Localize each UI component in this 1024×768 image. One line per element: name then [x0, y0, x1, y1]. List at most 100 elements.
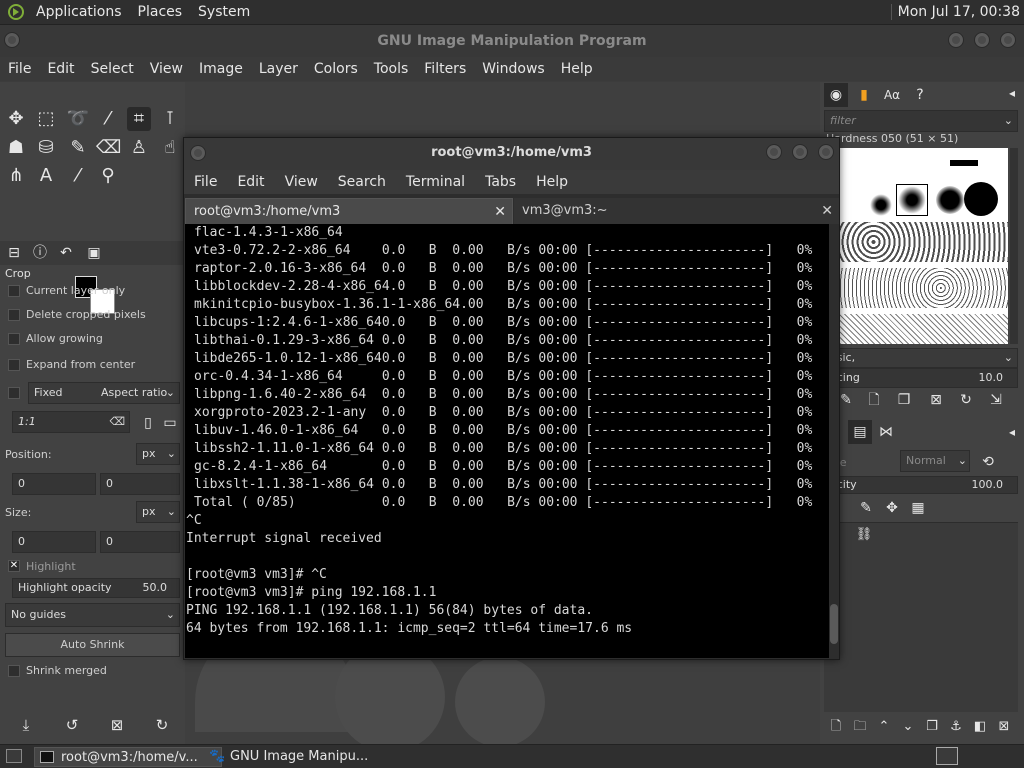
undo-history-tab-icon[interactable]: ↶	[54, 241, 78, 265]
fonts-tab-icon[interactable]: Aα	[880, 83, 904, 107]
refresh-brushes-icon[interactable]: ↻	[954, 388, 978, 412]
delete-layer-icon[interactable]: ⊠	[992, 715, 1016, 739]
delete-tool-preset-icon[interactable]: ⊠	[105, 713, 129, 737]
workspace-switcher[interactable]	[936, 747, 958, 765]
crop-tool-icon[interactable]: ⌗	[127, 107, 151, 131]
raise-layer-icon[interactable]: ⌃	[872, 715, 896, 739]
duplicate-brush-icon[interactable]: ❐	[892, 388, 916, 412]
gimp-menu-view[interactable]: View	[142, 61, 191, 77]
eraser-tool-icon[interactable]: ⌫	[96, 136, 121, 160]
terminal-menu-file[interactable]: File	[184, 174, 227, 190]
bucket-fill-tool-icon[interactable]: ⛁	[34, 136, 58, 160]
menu-places[interactable]: Places	[138, 4, 183, 20]
new-layer-group-icon[interactable]: 🗀	[848, 715, 872, 739]
terminal-menu-tabs[interactable]: Tabs	[475, 174, 526, 190]
allow-growing-checkbox[interactable]	[8, 333, 20, 345]
gimp-menu-image[interactable]: Image	[191, 61, 251, 77]
brush-grid[interactable]	[840, 148, 1008, 344]
mask-layer-icon[interactable]: ◧	[968, 715, 992, 739]
fixed-checkbox[interactable]	[8, 387, 20, 399]
terminal-menu-terminal[interactable]: Terminal	[396, 174, 475, 190]
auto-shrink-button[interactable]: Auto Shrink	[5, 633, 180, 657]
new-layer-icon[interactable]: 🗋	[824, 715, 848, 739]
tool-options-tab-icon[interactable]: ⊟	[2, 241, 26, 265]
terminal-tab-1[interactable]: root@vm3:/home/vm3 ✕	[185, 198, 513, 224]
layers-list[interactable]: ⛓	[824, 522, 1018, 712]
gimp-menu-colors[interactable]: Colors	[306, 61, 366, 77]
highlight-opacity-slider[interactable]: Highlight opacity 50.0	[12, 578, 180, 598]
dock-menu-icon[interactable]: ◂	[1000, 81, 1024, 105]
transform-tool-icon[interactable]: ⊺	[158, 107, 182, 131]
maximize-icon[interactable]	[974, 32, 990, 48]
gimp-menu-edit[interactable]: Edit	[39, 61, 82, 77]
terminal-scrollbar-thumb[interactable]	[830, 604, 838, 644]
gimp-menu-help[interactable]: Help	[553, 61, 601, 77]
gimp-menu-tools[interactable]: Tools	[366, 61, 417, 77]
gimp-menu-layer[interactable]: Layer	[251, 61, 306, 77]
position-x-input[interactable]: 0	[12, 473, 96, 495]
brush-scrollbar[interactable]	[1010, 148, 1018, 344]
aspect-ratio-input[interactable]: 1:1 ⌫	[12, 411, 130, 433]
terminal-tab-2[interactable]: vm3@vm3:~ ✕	[514, 198, 839, 224]
gimp-menu-file[interactable]: File	[0, 61, 39, 77]
anchor-layer-icon[interactable]: ⚓	[944, 715, 968, 739]
current-layer-only-checkbox[interactable]	[8, 285, 20, 297]
terminal-output[interactable]: flac-1.4.3-1-x86_64 vte3-0.72.2-2-x86_64 …	[185, 224, 829, 658]
gimp-window-titlebar[interactable]: GNU Image Manipulation Program	[0, 25, 1024, 57]
size-w-input[interactable]: 0	[12, 531, 96, 553]
show-desktop-icon[interactable]	[6, 749, 22, 763]
paintbrush-tool-icon[interactable]: ✎	[66, 136, 90, 160]
fuzzy-select-tool-icon[interactable]: ⁄	[96, 107, 120, 131]
terminal-minimize-icon[interactable]	[766, 144, 782, 160]
lower-layer-icon[interactable]: ⌄	[896, 715, 920, 739]
task-terminal[interactable]: root@vm3:/home/v...	[34, 747, 222, 767]
menu-system[interactable]: System	[198, 4, 250, 20]
brush-filter-input[interactable]: filter ⌄	[824, 110, 1018, 132]
help-tab-icon[interactable]: ?	[908, 83, 932, 107]
delete-cropped-checkbox[interactable]	[8, 309, 20, 321]
clock[interactable]: Mon Jul 17, 00:38	[890, 4, 1020, 20]
size-h-input[interactable]: 0	[100, 531, 180, 553]
clone-tool-icon[interactable]: ♙	[127, 136, 151, 160]
portrait-icon[interactable]: ▯	[136, 411, 160, 435]
layer-mode-dropdown[interactable]: Normal ⌄	[900, 450, 970, 472]
layers-dock-menu-icon[interactable]: ◂	[1000, 420, 1024, 444]
terminal-close-icon[interactable]	[818, 144, 834, 160]
brush-preset-dropdown[interactable]: asic, ⌄	[824, 348, 1018, 368]
chain-icon[interactable]: ⛓	[852, 523, 876, 547]
applications-logo-icon[interactable]	[8, 4, 24, 20]
size-unit-dropdown[interactable]: px ⌄	[136, 501, 180, 523]
close-tab-icon[interactable]: ✕	[821, 198, 833, 224]
terminal-window-menu-icon[interactable]	[190, 145, 206, 161]
terminal-menu-search[interactable]: Search	[328, 174, 396, 190]
layers-tab-icon[interactable]: ▤	[848, 420, 872, 444]
close-tab-icon[interactable]: ✕	[494, 199, 506, 225]
switch-mode-icon[interactable]: ⟲	[976, 450, 1000, 474]
gimp-menu-filters[interactable]: Filters	[416, 61, 474, 77]
terminal-menu-edit[interactable]: Edit	[227, 174, 274, 190]
restore-tool-preset-icon[interactable]: ↺	[60, 713, 84, 737]
minimize-icon[interactable]	[948, 32, 964, 48]
rect-select-tool-icon[interactable]: ⬚	[34, 107, 58, 131]
lock-alpha-icon[interactable]: ▦	[906, 496, 930, 520]
images-tab-icon[interactable]: ▣	[82, 241, 106, 265]
guides-dropdown[interactable]: No guides ⌄	[5, 603, 180, 627]
lock-pixels-icon[interactable]: ✎	[854, 496, 878, 520]
landscape-icon[interactable]: ▭	[158, 411, 182, 435]
brush-spacing-slider[interactable]: acing 10.0	[824, 368, 1018, 388]
channels-tab-icon[interactable]: ⋈	[874, 420, 898, 444]
warp-tool-icon[interactable]: ☗	[4, 136, 28, 160]
move-tool-icon[interactable]: ✥	[4, 107, 28, 131]
open-brush-icon[interactable]: ⇲	[984, 388, 1008, 412]
highlight-checkbox[interactable]: ✕	[8, 560, 20, 572]
lock-position-icon[interactable]: ✥	[880, 496, 904, 520]
device-status-tab-icon[interactable]: ⓘ	[28, 241, 52, 265]
terminal-maximize-icon[interactable]	[792, 144, 808, 160]
patterns-tab-icon[interactable]: ▮	[852, 83, 876, 107]
save-tool-preset-icon[interactable]: ⤓	[14, 713, 38, 737]
menu-applications[interactable]: Applications	[36, 4, 122, 20]
color-picker-tool-icon[interactable]: ⁄	[66, 164, 90, 188]
window-menu-icon[interactable]	[4, 32, 20, 48]
terminal-scrollbar[interactable]	[829, 224, 839, 658]
paths-tool-icon[interactable]: ⋔	[4, 164, 28, 188]
